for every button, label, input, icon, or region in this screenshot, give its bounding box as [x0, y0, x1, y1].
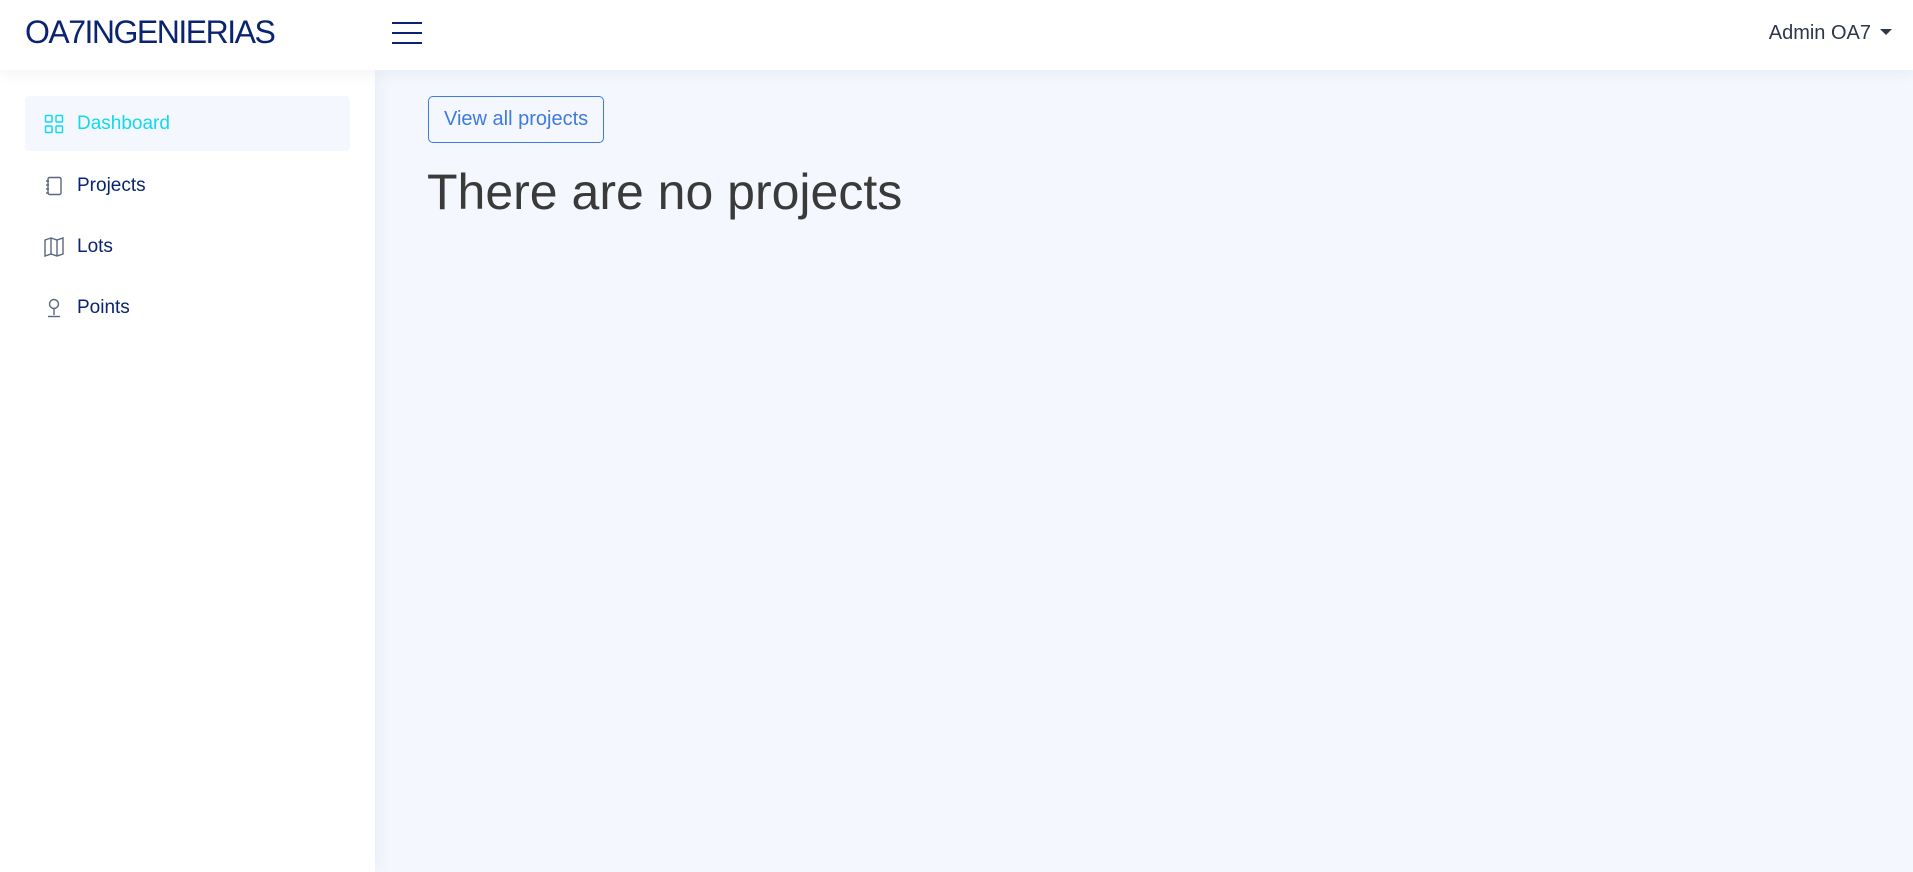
- hamburger-line: [392, 42, 422, 44]
- pin-icon: [43, 297, 65, 319]
- sidebar-item-lots[interactable]: Lots: [25, 219, 350, 274]
- sidebar-item-label: Projects: [77, 174, 146, 196]
- sidebar-item-label: Points: [77, 296, 130, 318]
- sidebar: Dashboard Projects Lots Points: [0, 70, 375, 872]
- sidebar-item-label: Dashboard: [77, 112, 170, 134]
- user-name: Admin OA7: [1768, 22, 1871, 44]
- user-menu-dropdown[interactable]: Admin OA7: [1769, 22, 1892, 45]
- hamburger-line: [392, 22, 422, 24]
- sidebar-item-projects[interactable]: Projects: [25, 158, 350, 213]
- hamburger-menu-icon[interactable]: [392, 20, 422, 46]
- sidebar-item-label: Lots: [77, 235, 113, 257]
- caret-down-icon: [1880, 28, 1892, 35]
- hamburger-line: [392, 32, 422, 34]
- sidebar-item-points[interactable]: Points: [25, 280, 350, 335]
- brand-logo[interactable]: OA7INGENIERIAS: [25, 14, 276, 51]
- notebook-icon: [43, 175, 65, 197]
- grid-icon: [43, 113, 65, 135]
- top-navbar: OA7INGENIERIAS Admin OA7: [0, 0, 1913, 70]
- empty-state-message: There are no projects: [427, 164, 903, 220]
- main-content: View all projects There are no projects: [375, 70, 1913, 872]
- view-all-projects-button[interactable]: View all projects: [428, 96, 605, 143]
- sidebar-item-dashboard[interactable]: Dashboard: [25, 96, 350, 151]
- map-icon: [43, 236, 65, 258]
